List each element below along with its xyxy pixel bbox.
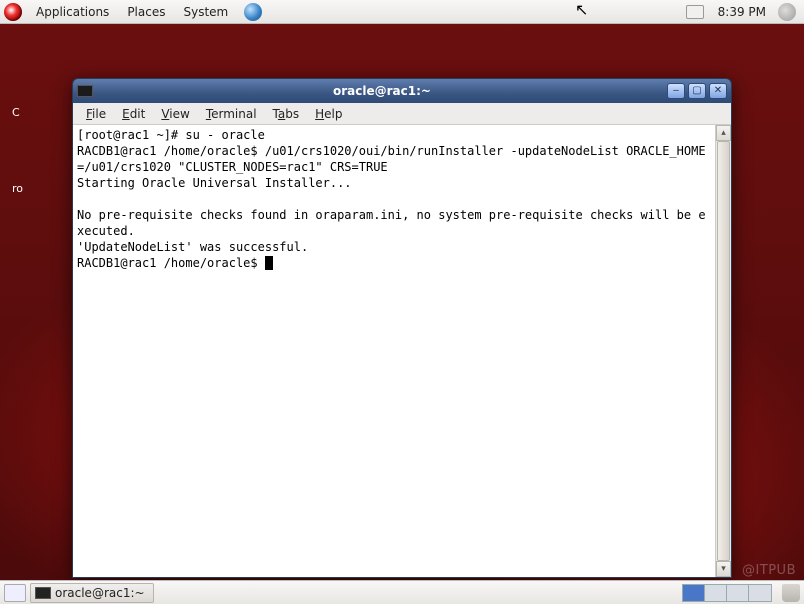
workspace-3[interactable]	[727, 585, 749, 601]
show-desktop-button[interactable]	[4, 584, 26, 602]
menu-file[interactable]: File	[79, 105, 113, 123]
desktop[interactable]: C ro oracle@rac1:~ – ▢ ✕ File Edit View …	[0, 24, 804, 580]
panel-menu: Applications Places System	[28, 2, 236, 22]
maximize-button[interactable]: ▢	[688, 83, 706, 99]
workspace-2[interactable]	[705, 585, 727, 601]
desktop-icon-label: ro	[12, 182, 23, 195]
window-title: oracle@rac1:~	[97, 84, 667, 98]
terminal-output[interactable]: [root@rac1 ~]# su - oracle RACDB1@rac1 /…	[73, 125, 715, 577]
terminal-cursor	[265, 256, 273, 270]
workspace-1[interactable]	[683, 585, 705, 601]
places-menu[interactable]: Places	[119, 2, 173, 22]
workspace-4[interactable]	[749, 585, 771, 601]
scroll-thumb[interactable]	[717, 141, 730, 561]
terminal-icon	[35, 587, 51, 599]
menu-terminal[interactable]: Terminal	[199, 105, 264, 123]
menu-help[interactable]: Help	[308, 105, 349, 123]
minimize-button[interactable]: –	[667, 83, 685, 99]
scroll-track[interactable]	[716, 141, 731, 561]
tray-update-icon[interactable]	[686, 5, 704, 19]
menu-tabs[interactable]: Tabs	[266, 105, 307, 123]
workspace-switcher[interactable]	[682, 584, 772, 602]
applications-menu[interactable]: Applications	[28, 2, 117, 22]
scroll-down-button[interactable]: ▾	[716, 561, 731, 577]
scroll-up-button[interactable]: ▴	[716, 125, 731, 141]
desktop-icon-label: C	[12, 106, 20, 119]
terminal-menubar: File Edit View Terminal Tabs Help	[73, 103, 731, 125]
terminal-window: oracle@rac1:~ – ▢ ✕ File Edit View Termi…	[72, 78, 732, 578]
top-panel: Applications Places System 8:39 PM	[0, 0, 804, 24]
trash-icon[interactable]	[782, 584, 800, 602]
bottom-panel: oracle@rac1:~	[0, 580, 804, 604]
panel-clock[interactable]: 8:39 PM	[718, 5, 766, 19]
menu-view[interactable]: View	[154, 105, 196, 123]
taskbar-terminal[interactable]: oracle@rac1:~	[30, 583, 154, 603]
terminal-scrollbar[interactable]: ▴ ▾	[715, 125, 731, 577]
volume-icon[interactable]	[778, 3, 796, 21]
terminal-titlebar-icon	[77, 85, 93, 97]
window-titlebar[interactable]: oracle@rac1:~ – ▢ ✕	[73, 79, 731, 103]
taskbar-item-label: oracle@rac1:~	[55, 586, 145, 600]
system-menu[interactable]: System	[175, 2, 236, 22]
terminal-body: [root@rac1 ~]# su - oracle RACDB1@rac1 /…	[73, 125, 731, 577]
close-button[interactable]: ✕	[709, 83, 727, 99]
menu-edit[interactable]: Edit	[115, 105, 152, 123]
redhat-logo-icon[interactable]	[4, 3, 22, 21]
browser-launcher-icon[interactable]	[244, 3, 262, 21]
